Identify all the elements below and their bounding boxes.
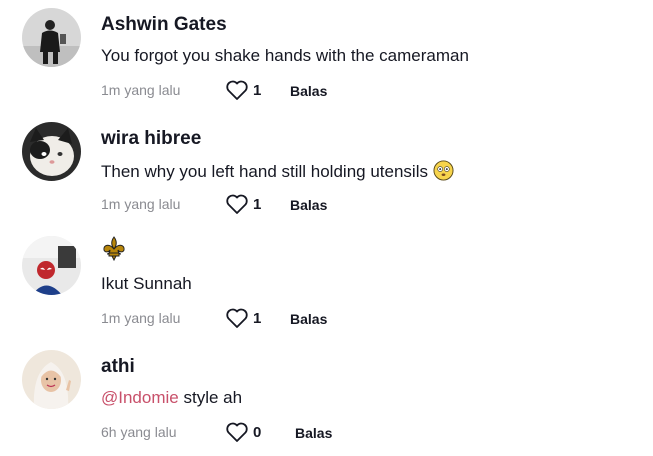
- comment-item: Ikut Sunnah 1m yang lalu 1 Balas: [0, 228, 653, 342]
- timestamp: 1m yang lalu: [101, 196, 181, 212]
- timestamp: 1m yang lalu: [101, 310, 181, 326]
- avatar[interactable]: [22, 8, 81, 67]
- timestamp: 1m yang lalu: [101, 82, 181, 98]
- heart-icon: [226, 194, 248, 214]
- comment-item: wira hibree Then why you left hand still…: [0, 114, 653, 228]
- comment-text: @Indomie style ah: [101, 388, 242, 408]
- comment-text-content: Then why you left hand still holding ute…: [101, 162, 428, 181]
- spiderman-photo-avatar-icon: [22, 236, 81, 295]
- hijab-girl-photo-avatar-icon: [22, 350, 81, 409]
- reply-button[interactable]: Balas: [290, 311, 327, 327]
- comment-text: You forgot you shake hands with the came…: [101, 46, 469, 65]
- comment-meta: 1m yang lalu 1 Balas: [101, 308, 501, 330]
- like-count: 0: [253, 424, 262, 441]
- username[interactable]: Ashwin Gates: [101, 14, 227, 36]
- comment-text: Ikut Sunnah: [101, 274, 192, 293]
- avatar[interactable]: [22, 236, 81, 295]
- fleur-de-lis-emblem-icon[interactable]: [101, 235, 127, 261]
- comment-text-content: style ah: [178, 388, 243, 407]
- comment-meta: 6h yang lalu 0 Balas: [101, 422, 501, 444]
- timestamp: 6h yang lalu: [101, 424, 177, 440]
- comment-meta: 1m yang lalu 1 Balas: [101, 80, 501, 102]
- like-count: 1: [253, 82, 262, 99]
- heart-icon: [226, 308, 248, 328]
- heart-icon: [226, 80, 248, 100]
- comment-text: Then why you left hand still holding ute…: [101, 160, 454, 182]
- cat-photo-avatar-icon: [22, 122, 81, 181]
- mention-link[interactable]: @Indomie: [101, 388, 179, 407]
- avatar[interactable]: [22, 122, 81, 181]
- reply-button[interactable]: Balas: [290, 197, 327, 213]
- flushed-face-emoji-icon: [433, 160, 454, 181]
- person-photo-avatar-icon: [22, 8, 81, 67]
- comment-meta: 1m yang lalu 1 Balas: [101, 194, 501, 216]
- reply-button[interactable]: Balas: [295, 425, 332, 441]
- heart-icon: [226, 422, 248, 442]
- comment-item: athi @Indomie style ah 6h yang lalu 0 Ba…: [0, 342, 653, 456]
- avatar[interactable]: [22, 350, 81, 409]
- like-count: 1: [253, 196, 262, 213]
- username[interactable]: athi: [101, 356, 135, 378]
- like-count: 1: [253, 310, 262, 327]
- comment-item: Ashwin Gates You forgot you shake hands …: [0, 0, 653, 114]
- reply-button[interactable]: Balas: [290, 83, 327, 99]
- username[interactable]: wira hibree: [101, 128, 201, 150]
